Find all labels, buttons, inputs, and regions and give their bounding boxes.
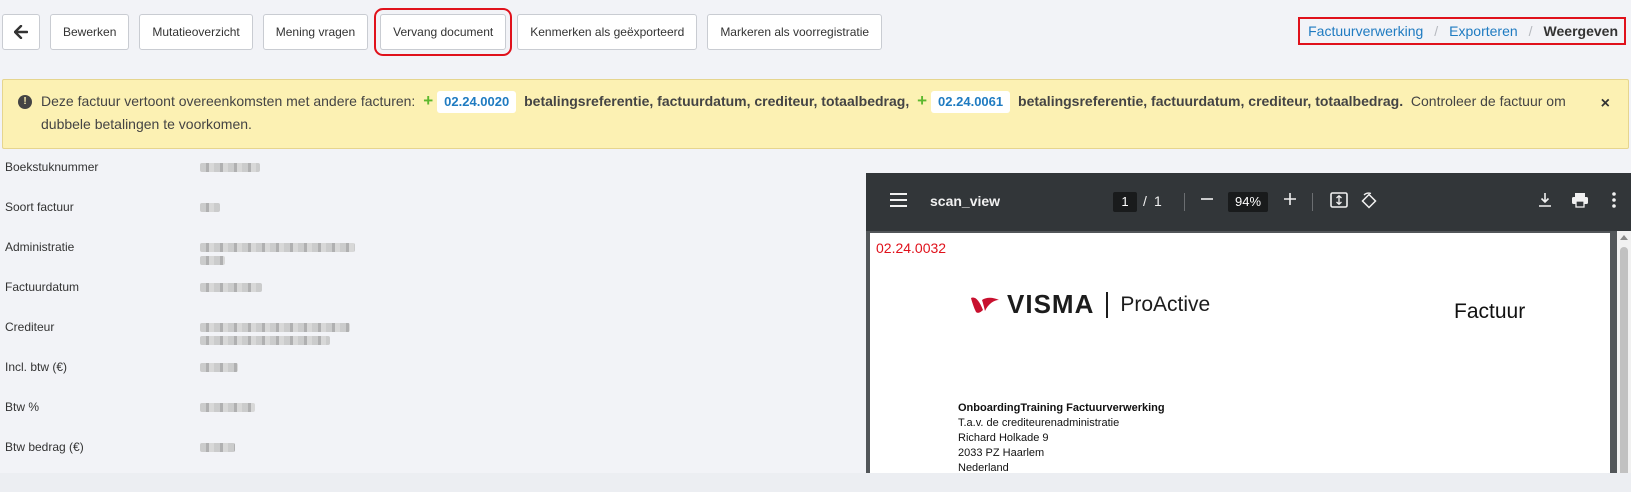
field-label: Soort factuur [5, 200, 74, 214]
field-value-redacted [200, 443, 235, 452]
field-value-redacted [200, 283, 262, 292]
more-options-icon[interactable] [1601, 188, 1627, 214]
exclamation-circle-icon: ! [18, 95, 32, 109]
address-line: Richard Holkade 9 [958, 432, 1049, 444]
breadcrumb-current: Weergeven [1543, 23, 1618, 39]
field-label: Crediteur [5, 320, 55, 334]
back-button[interactable] [2, 14, 40, 50]
field-value-redacted [200, 163, 260, 172]
download-icon[interactable] [1532, 188, 1558, 214]
breadcrumb-separator: / [1434, 23, 1439, 39]
fit-page-icon[interactable] [1326, 188, 1352, 214]
recipient-address: OnboardingTraining Factuurverwerking T.a… [958, 401, 1165, 473]
match-fields: betalingsreferentie, factuurdatum, credi… [524, 93, 910, 109]
logo-brand: VISMA [1007, 289, 1095, 319]
print-icon[interactable] [1567, 188, 1593, 214]
scroll-up-icon[interactable] [1620, 235, 1628, 240]
field-label: Administratie [5, 240, 75, 254]
field-value-redacted [200, 323, 350, 345]
replace-document-button[interactable]: Vervang document [374, 8, 513, 56]
alert-intro: Deze factuur vertoont overeenkomsten met… [41, 93, 416, 109]
zoom-in-icon[interactable] [1277, 188, 1303, 214]
page-separator: / [1143, 193, 1147, 209]
page-total: 1 [1154, 193, 1162, 209]
match-ref-link[interactable]: 02.24.0061 [931, 91, 1011, 113]
match-fields: betalingsreferentie, factuurdatum, credi… [1018, 93, 1404, 109]
pdf-document-title: scan_view [930, 193, 1001, 209]
field-value-redacted [200, 403, 255, 412]
mutation-overview-button[interactable]: Mutatieoverzicht [139, 14, 253, 50]
edit-button[interactable]: Bewerken [50, 14, 130, 50]
ask-opinion-button[interactable]: Mening vragen [262, 14, 369, 50]
breadcrumb-item-invoice-processing[interactable]: Factuurverwerking [1308, 23, 1423, 39]
pdf-scrollbar[interactable] [1617, 231, 1631, 473]
field-value-redacted [200, 363, 238, 372]
field-value-redacted [200, 243, 355, 265]
close-icon[interactable]: × [1601, 93, 1610, 115]
logo-product: ProActive [1120, 292, 1211, 316]
address-name: OnboardingTraining Factuurverwerking [958, 402, 1165, 414]
address-line: 2033 PZ Haarlem [958, 447, 1045, 459]
pdf-viewer: scan_view 1 / 1 94% 02.24.0032 VISMA Pro… [866, 173, 1631, 473]
zoom-out-icon[interactable] [1194, 188, 1220, 214]
zoom-level-input[interactable]: 94% [1228, 192, 1268, 212]
field-label: Btw bedrag (€) [5, 440, 84, 454]
scrollbar-thumb[interactable] [1620, 247, 1628, 473]
pdf-toolbar: scan_view 1 / 1 94% [866, 173, 1631, 231]
logo-divider [1106, 291, 1109, 318]
invoice-document-title: Factuur [1454, 300, 1526, 323]
field-label: Btw % [5, 400, 40, 414]
toolbar-divider [1184, 193, 1185, 211]
hamburger-menu-icon[interactable] [890, 193, 907, 211]
mark-exported-button[interactable]: Kenmerken als geëxporteerd [517, 14, 698, 50]
rotate-icon[interactable] [1356, 188, 1382, 214]
duplicate-warning-alert: ! Deze factuur vertoont overeenkomsten m… [2, 79, 1629, 149]
visma-logo: VISMA ProActive [969, 289, 1210, 320]
document-reference-stamp: 02.24.0032 [876, 240, 947, 256]
toolbar-divider [1312, 193, 1313, 211]
arrow-left-icon [14, 25, 28, 39]
page-number-input[interactable]: 1 [1113, 192, 1137, 212]
bottom-strip [0, 473, 1631, 492]
field-label: Factuurdatum [5, 280, 80, 294]
mark-preregistration-button[interactable]: Markeren als voorregistratie [707, 14, 883, 50]
field-label: Boekstuknummer [5, 160, 99, 174]
visma-logo-mark-icon [971, 297, 999, 313]
field-label: Incl. btw (€) [5, 360, 68, 374]
pdf-page: 02.24.0032 VISMA ProActive Factuur Onboa… [870, 233, 1610, 473]
match-ref-link[interactable]: 02.24.0020 [437, 91, 517, 113]
address-line: Nederland [958, 462, 1009, 473]
breadcrumb: Factuurverwerking / Exporteren / Weergev… [1298, 17, 1626, 45]
field-value-redacted [200, 203, 220, 212]
address-line: T.a.v. de crediteurenadministratie [958, 417, 1120, 429]
breadcrumb-item-export[interactable]: Exporteren [1449, 23, 1517, 39]
plus-icon: + [423, 91, 434, 110]
plus-icon: + [917, 91, 928, 110]
breadcrumb-separator: / [1528, 23, 1533, 39]
action-toolbar: Bewerken Mutatieoverzicht Mening vragen … [2, 8, 883, 56]
